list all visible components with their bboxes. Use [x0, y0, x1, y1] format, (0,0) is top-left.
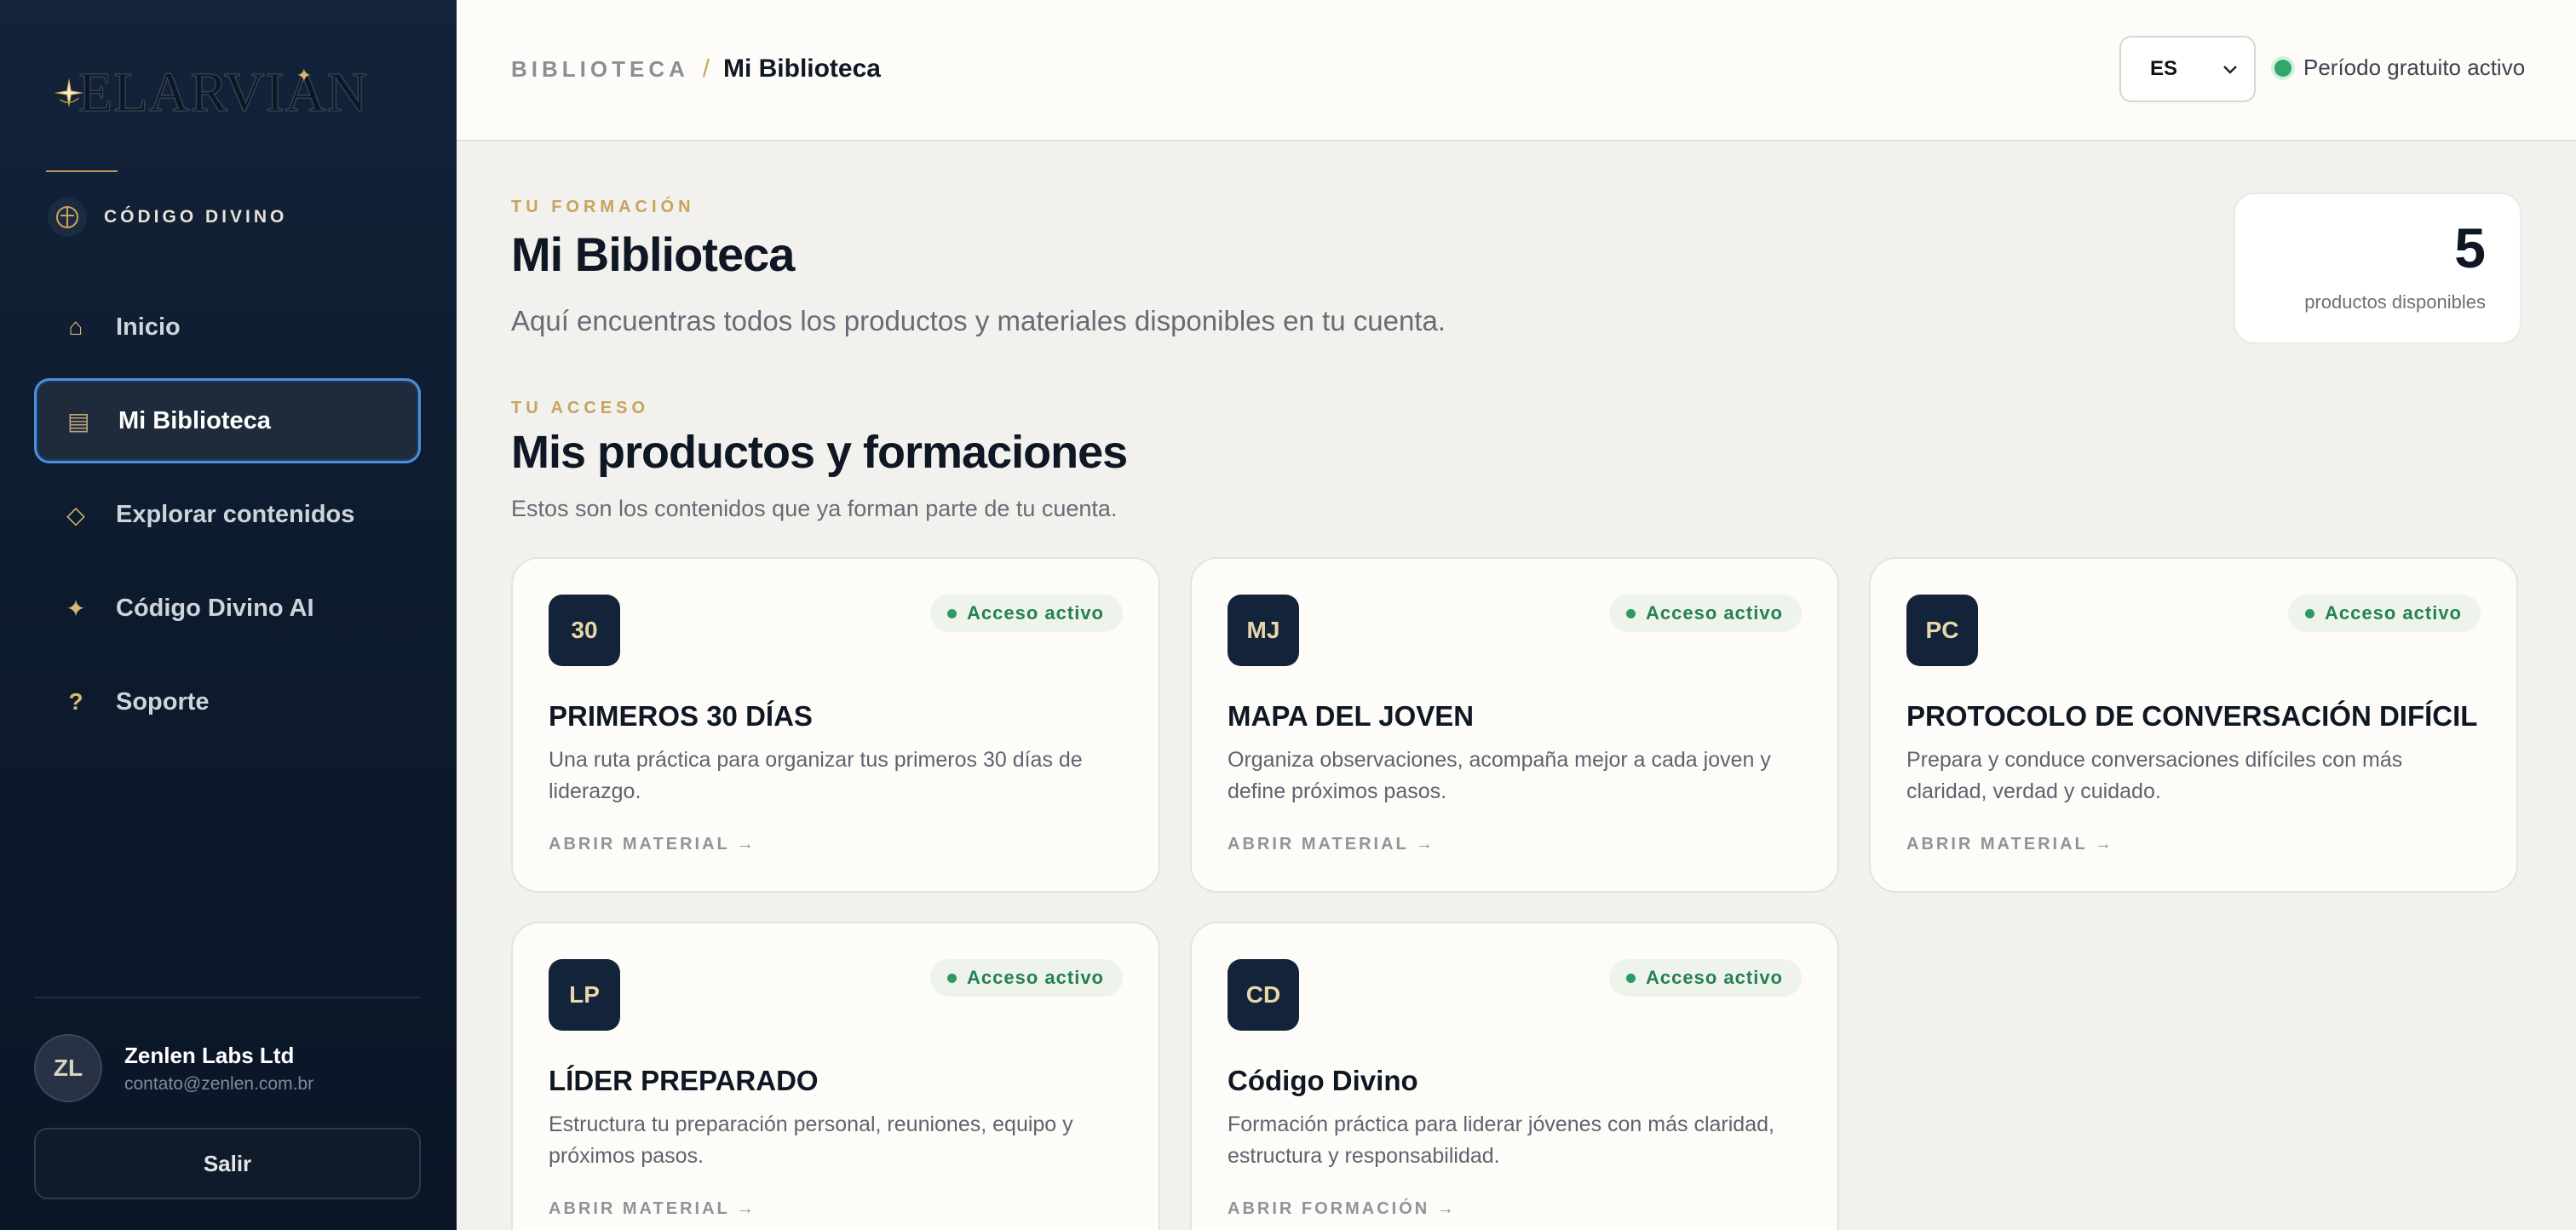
main-content: TU FORMACIÓN Mi Biblioteca Aquí encuentr…: [457, 141, 2576, 1230]
language-value: ES: [2150, 57, 2178, 80]
avatar: ZL: [34, 1034, 102, 1102]
product-badge: PC: [1906, 595, 1978, 666]
brand-logo[interactable]: ELARVIAN ✦: [53, 46, 368, 140]
products-count: 5: [2454, 216, 2486, 279]
product-description: Formación práctica para liderar jóvenes …: [1228, 1112, 1774, 1168]
nav-item-mi-biblioteca[interactable]: ▤ Mi Biblioteca: [34, 378, 421, 463]
status-text: Acceso activo: [967, 967, 1104, 988]
product-title: MAPA DEL JOVEN: [1228, 700, 1475, 732]
divider: [34, 997, 421, 998]
product-description: Prepara y conduce conversaciones difícil…: [1906, 748, 2403, 803]
product-card[interactable]: CD Acceso activo Código Divino Formación…: [1190, 922, 1839, 1230]
nav-item-codigo-divino-ai[interactable]: ✦ Código Divino AI: [34, 566, 421, 651]
breadcrumb-separator: /: [702, 55, 710, 83]
status-badge: Acceso activo: [1609, 595, 1802, 632]
product-description: Una ruta práctica para organizar tus pri…: [549, 748, 1083, 803]
product-badge: 30: [549, 595, 620, 666]
product-card[interactable]: MJ Acceso activo MAPA DEL JOVEN Organiza…: [1190, 557, 1839, 893]
product-badge: MJ: [1228, 595, 1299, 666]
open-material-link[interactable]: ABRIR MATERIAL →: [549, 1199, 756, 1219]
status-badge: Acceso activo: [2288, 595, 2481, 632]
status-badge: Acceso activo: [930, 959, 1123, 997]
trial-status-text: Período gratuito activo: [2303, 55, 2526, 80]
sidebar-nav: ⌂ Inicio ▤ Mi Biblioteca ◇ Explorar cont…: [34, 285, 421, 753]
open-material-link[interactable]: ABRIR MATERIAL →: [1906, 835, 2114, 854]
nav-item-explorar-contenidos[interactable]: ◇ Explorar contenidos: [34, 472, 421, 557]
open-formation-link[interactable]: ABRIR FORMACIÓN →: [1228, 1199, 1457, 1219]
product-brand: CÓDIGO DIVINO: [48, 198, 287, 237]
product-card[interactable]: LP Acceso activo LÍDER PREPARADO Estruct…: [511, 922, 1160, 1230]
product-title: PRIMEROS 30 DÍAS: [549, 700, 813, 732]
logo-sparkle-icon: ✦: [296, 65, 312, 86]
nav-label: Explorar contenidos: [116, 500, 355, 528]
status-text: Acceso activo: [1646, 602, 1783, 624]
product-title: PROTOCOLO DE CONVERSACIÓN DIFÍCIL: [1906, 700, 2478, 732]
top-header: BIBLIOTECA / Mi Biblioteca ES Período gr…: [457, 0, 2576, 141]
language-select[interactable]: ES: [2119, 36, 2256, 102]
product-title: LÍDER PREPARADO: [549, 1065, 819, 1096]
status-text: Acceso activo: [1646, 967, 1783, 988]
library-icon: ▤: [67, 407, 90, 434]
status-dot-icon: [1626, 973, 1636, 983]
status-dot-icon: [2274, 59, 2291, 77]
status-dot-icon: [947, 973, 957, 983]
divider: [46, 170, 118, 172]
product-card[interactable]: 30 Acceso activo PRIMEROS 30 DÍAS Una ru…: [511, 557, 1160, 893]
product-description: Organiza observaciones, acompaña mejor a…: [1228, 748, 1771, 803]
section-eyebrow: TU FORMACIÓN: [511, 198, 695, 216]
product-card[interactable]: PC Acceso activo PROTOCOLO DE CONVERSACI…: [1869, 557, 2518, 893]
logout-button[interactable]: Salir: [34, 1128, 421, 1199]
nav-label: Soporte: [116, 687, 210, 716]
section-eyebrow: TU ACCESO: [511, 399, 650, 417]
logo-wordmark: ELARVIAN: [78, 61, 368, 124]
trial-status: Período gratuito activo: [2274, 55, 2525, 81]
nav-label: Código Divino AI: [116, 594, 314, 622]
section-description: Estos son los contenidos que ya forman p…: [511, 496, 1118, 521]
breadcrumb: BIBLIOTECA / Mi Biblioteca: [511, 55, 881, 83]
status-dot-icon: [947, 608, 957, 618]
status-text: Acceso activo: [2325, 602, 2462, 624]
status-dot-icon: [1626, 608, 1636, 618]
nav-label: Inicio: [116, 313, 181, 341]
status-badge: Acceso activo: [1609, 959, 1802, 997]
diamond-icon: ◇: [66, 501, 85, 528]
nav-item-soporte[interactable]: ? Soporte: [34, 659, 421, 744]
home-icon: ⌂: [68, 313, 83, 340]
user-name: Zenlen Labs Ltd: [124, 1042, 295, 1068]
product-badge: LP: [549, 959, 620, 1031]
products-count-label: productos disponibles: [2304, 291, 2486, 313]
page-title: Mi Biblioteca: [511, 227, 795, 281]
codigo-divino-icon: [48, 198, 87, 237]
open-material-link[interactable]: ABRIR MATERIAL →: [549, 835, 756, 854]
nav-label: Mi Biblioteca: [118, 406, 271, 434]
breadcrumb-current: Mi Biblioteca: [722, 55, 881, 83]
product-description: Estructura tu preparación personal, reun…: [549, 1112, 1073, 1168]
sidebar: ELARVIAN ✦ CÓDIGO DIVINO ⌂ Inicio ▤ Mi B…: [0, 0, 457, 1230]
nav-item-inicio[interactable]: ⌂ Inicio: [34, 285, 421, 370]
page-description: Aquí encuentras todos los productos y ma…: [511, 305, 1446, 336]
status-text: Acceso activo: [967, 602, 1104, 624]
product-title: Código Divino: [1228, 1065, 1418, 1096]
products-count-card: 5 productos disponibles: [2234, 193, 2521, 344]
help-icon: ?: [68, 688, 83, 715]
product-name: CÓDIGO DIVINO: [104, 207, 288, 227]
status-badge: Acceso activo: [930, 595, 1123, 632]
status-dot-icon: [2305, 608, 2315, 618]
user-profile[interactable]: ZL Zenlen Labs Ltd contato@zenlen.com.br: [34, 1034, 313, 1102]
breadcrumb-root[interactable]: BIBLIOTECA: [511, 56, 689, 83]
sparkle-icon: ✦: [66, 595, 86, 622]
user-email: contato@zenlen.com.br: [124, 1073, 314, 1094]
chevron-down-icon: [2223, 66, 2237, 74]
product-badge: CD: [1228, 959, 1299, 1031]
section-title: Mis productos y formaciones: [511, 427, 1128, 478]
open-material-link[interactable]: ABRIR MATERIAL →: [1228, 835, 1435, 854]
